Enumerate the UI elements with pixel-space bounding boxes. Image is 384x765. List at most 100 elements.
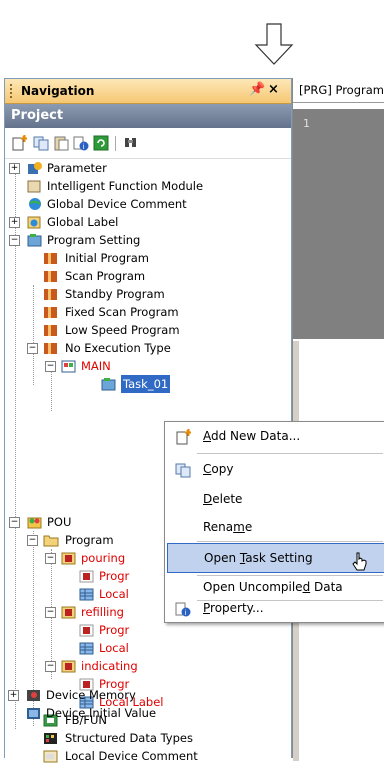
tree-item-parameter[interactable]: + Parameter <box>9 159 289 177</box>
tree-item-device-memory[interactable]: + Device Memory <box>8 686 288 704</box>
property-icon: i <box>175 602 191 617</box>
grip-icon[interactable] <box>10 84 15 98</box>
tree-item-global-device-comment[interactable]: Global Device Comment <box>9 195 289 213</box>
tree-label: Scan Program <box>65 269 146 283</box>
navigation-header: Navigation 📌 × <box>5 79 291 104</box>
tree-item-intelligent-function-module[interactable]: Intelligent Function Module <box>9 177 289 195</box>
paste-icon[interactable] <box>53 135 69 151</box>
structured-data-icon <box>44 733 57 744</box>
new-data-icon[interactable] <box>11 135 27 151</box>
property-icon[interactable]: i <box>73 135 89 151</box>
program-tab-title: [PRG] Program <box>299 83 384 97</box>
collapse-icon[interactable]: − <box>45 361 56 372</box>
refresh-icon[interactable] <box>93 135 109 151</box>
tree-label: Global Device Comment <box>47 197 187 211</box>
device-memory-icon <box>27 690 40 701</box>
tree-label: Parameter <box>47 161 107 175</box>
tree-item-local-device-comment[interactable]: Local Device Comment <box>27 747 287 765</box>
program-setting-icon <box>27 234 42 247</box>
tree-item-refilling-local-label[interactable]: Local <box>63 639 183 657</box>
menu-item-label: Open Task Setting <box>204 551 313 565</box>
tree-label: Fixed Scan Program <box>65 305 179 319</box>
tree-item-task-01[interactable]: Task_01 <box>63 375 193 393</box>
tree-label: No Execution Type <box>65 341 171 355</box>
menu-item-label: Property... <box>203 601 264 615</box>
tree-label: Local <box>99 641 129 655</box>
tree-item-initial-program[interactable]: Initial Program <box>27 249 287 267</box>
program-body-icon <box>79 624 94 637</box>
program-block-icon <box>61 660 76 673</box>
collapse-icon[interactable]: − <box>45 661 56 672</box>
program-type-icon <box>44 271 57 282</box>
program-tab[interactable]: [PRG] Program <box>293 78 384 103</box>
tree-label: Task_01 <box>121 375 171 393</box>
copy-icon[interactable] <box>33 135 49 151</box>
menu-item-label: Add New Data... <box>203 429 301 443</box>
menu-item-property[interactable]: i Property... <box>165 598 384 622</box>
tree-label: Local <box>99 587 129 601</box>
find-icon[interactable] <box>123 135 139 151</box>
tree-label: indicating <box>81 659 138 673</box>
folder-icon <box>43 535 59 547</box>
program-block-icon <box>61 552 76 565</box>
tree-item-fixed-scan-program[interactable]: Fixed Scan Program <box>27 303 287 321</box>
close-icon[interactable]: × <box>268 82 279 97</box>
program-editor-window: [PRG] Program 1 <box>292 78 384 763</box>
menu-item-delete[interactable]: Delete <box>165 485 384 515</box>
tree-item-main[interactable]: − MAIN <box>45 357 285 375</box>
menu-item-label: Open Uncompiled Data <box>203 580 343 594</box>
collapse-icon[interactable]: − <box>27 343 38 354</box>
task-icon <box>101 378 116 391</box>
tree-item-scan-program[interactable]: Scan Program <box>27 267 287 285</box>
local-label-icon <box>79 642 94 655</box>
collapse-icon[interactable]: − <box>27 535 38 546</box>
collapse-icon[interactable]: − <box>45 553 56 564</box>
collapse-icon[interactable]: − <box>45 607 56 618</box>
pin-icon[interactable]: 📌 <box>249 82 265 97</box>
collapse-icon[interactable]: − <box>9 517 20 528</box>
tree-label: Device Memory <box>46 688 136 702</box>
tree-item-refilling-program[interactable]: Progr <box>63 621 183 639</box>
collapse-icon[interactable]: − <box>9 235 20 246</box>
menu-item-rename[interactable]: Rename <box>165 513 384 543</box>
copy-icon <box>175 463 191 478</box>
tree-item-low-speed-program[interactable]: Low Speed Program <box>27 321 287 339</box>
new-data-icon <box>176 429 191 445</box>
tree-label: MAIN <box>81 359 111 373</box>
tree-item-structured-data-types[interactable]: Structured Data Types <box>27 729 287 747</box>
program-file-icon <box>61 360 76 373</box>
tree-label: Progr <box>99 569 130 583</box>
line-number: 1 <box>303 117 310 130</box>
menu-item-label: Copy <box>203 462 234 476</box>
tree-label: Initial Program <box>65 251 149 265</box>
local-device-comment-icon <box>43 750 58 763</box>
tree-label: POU <box>47 515 72 529</box>
program-block-icon <box>61 606 76 619</box>
tree-item-device-initial-value[interactable]: Device Initial Value <box>8 704 288 722</box>
program-type-icon <box>44 307 57 318</box>
device-initial-value-icon <box>27 708 40 719</box>
tree-line <box>51 369 52 411</box>
expand-icon[interactable]: + <box>8 690 19 701</box>
menu-item-add-new-data[interactable]: Add New Data... <box>165 422 384 452</box>
tree-item-no-execution-type[interactable]: − No Execution Type <box>27 339 287 357</box>
ladder-grid[interactable]: 1 <box>293 109 384 339</box>
program-type-icon <box>44 325 57 336</box>
expand-icon[interactable]: + <box>9 163 20 174</box>
menu-item-label: Delete <box>203 492 243 506</box>
tree-item-program-setting[interactable]: − Program Setting <box>9 231 289 249</box>
navigation-pane: Navigation 📌 × Project i + Parameter Int… <box>4 78 292 763</box>
program-type-icon <box>44 343 57 354</box>
menu-item-copy[interactable]: Copy <box>165 455 384 485</box>
tree-item-indicating[interactable]: − indicating <box>45 657 285 675</box>
module-icon <box>27 180 41 193</box>
project-bar[interactable]: Project <box>5 104 291 128</box>
tree-item-global-label[interactable]: + Global Label <box>9 213 289 231</box>
menu-separator <box>197 541 383 542</box>
tree-item-standby-program[interactable]: Standby Program <box>27 285 287 303</box>
tree-label: Program Setting <box>47 233 141 247</box>
globe-icon <box>29 198 41 210</box>
toolbar: i <box>5 128 291 159</box>
expand-icon[interactable]: + <box>9 217 20 228</box>
project-label: Project <box>11 108 64 123</box>
